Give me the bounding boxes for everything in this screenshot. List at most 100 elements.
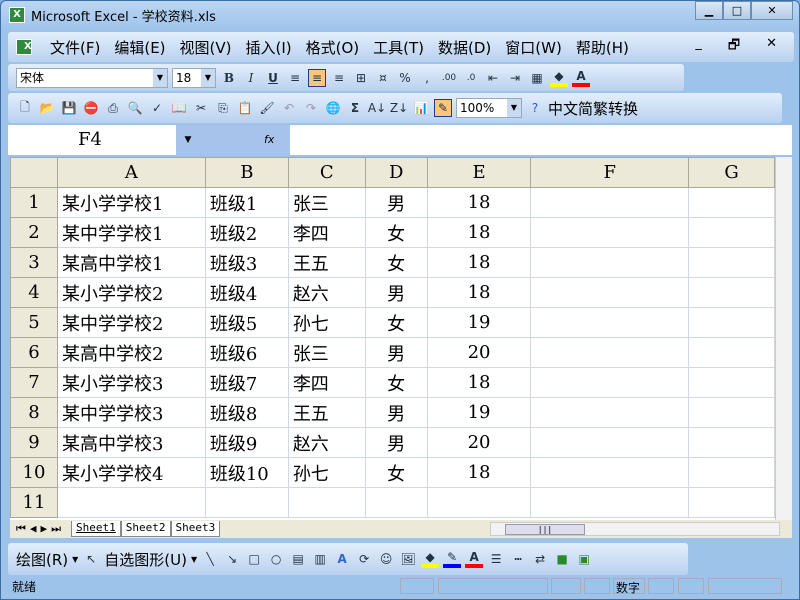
scroll-thumb[interactable]: ||| xyxy=(505,524,585,535)
open-icon[interactable]: 📂 xyxy=(38,99,56,117)
font-select[interactable]: 宋体 ▼ xyxy=(16,67,168,88)
italic-button[interactable]: I xyxy=(242,69,260,87)
vertical-scrollbar[interactable] xyxy=(775,157,792,520)
comma-button[interactable]: , xyxy=(418,69,436,87)
cell[interactable] xyxy=(287,487,366,518)
arrow-style-icon[interactable]: ⇄ xyxy=(531,550,549,568)
cell[interactable]: 张三 xyxy=(287,337,366,368)
help-icon[interactable]: ? xyxy=(526,99,544,117)
cell[interactable]: 班级2 xyxy=(204,217,289,248)
row-header[interactable]: 9 xyxy=(10,427,58,458)
minimize-button[interactable]: ▁ xyxy=(695,1,723,20)
print-icon[interactable]: ⎙ xyxy=(104,99,122,117)
row-header[interactable]: 10 xyxy=(10,457,58,488)
cell[interactable] xyxy=(530,397,690,428)
doc-minimize-button[interactable]: _ xyxy=(688,36,709,58)
shadow-icon[interactable]: ■ xyxy=(553,550,571,568)
cell[interactable] xyxy=(688,217,775,248)
cell[interactable] xyxy=(688,277,775,308)
doc-close-button[interactable]: ✕ xyxy=(759,36,784,58)
menu-item[interactable]: 编辑(E) xyxy=(107,37,172,58)
currency-icon[interactable]: ¤ xyxy=(374,69,392,87)
cell[interactable]: 某小学学校4 xyxy=(56,457,206,488)
cell[interactable]: 班级8 xyxy=(204,397,289,428)
cell[interactable] xyxy=(688,337,775,368)
research-icon[interactable]: 📖 xyxy=(170,99,188,117)
borders-icon[interactable]: ▦ xyxy=(528,69,546,87)
cell[interactable] xyxy=(530,337,690,368)
row-header[interactable]: 5 xyxy=(10,307,58,338)
cell[interactable] xyxy=(364,487,428,518)
cell[interactable]: 男 xyxy=(364,397,428,428)
cell[interactable]: 班级5 xyxy=(204,307,289,338)
font-color-icon[interactable]: A xyxy=(465,550,484,568)
select-objects-icon[interactable]: ↖ xyxy=(82,550,100,568)
fill-color-icon[interactable]: ◆ xyxy=(421,550,440,568)
rectangle-icon[interactable]: □ xyxy=(245,550,263,568)
row-header[interactable]: 2 xyxy=(10,217,58,248)
cell[interactable] xyxy=(56,487,206,518)
maximize-button[interactable]: □ xyxy=(723,1,751,20)
cell[interactable]: 班级6 xyxy=(204,337,289,368)
menu-item[interactable]: 格式(O) xyxy=(299,37,367,58)
save-icon[interactable]: 💾 xyxy=(60,99,78,117)
cell[interactable]: 18 xyxy=(426,277,532,308)
decrease-decimal-icon[interactable]: .0 xyxy=(462,69,480,87)
3d-icon[interactable]: ▣ xyxy=(575,550,593,568)
cell[interactable] xyxy=(204,487,289,518)
textbox-icon[interactable]: ▤ xyxy=(289,550,307,568)
cell[interactable]: 某高中学校3 xyxy=(56,427,206,458)
wordart-icon[interactable]: A xyxy=(333,550,351,568)
column-header[interactable]: D xyxy=(364,157,428,188)
cell[interactable] xyxy=(688,487,775,518)
cell[interactable]: 孙七 xyxy=(287,307,366,338)
cell[interactable]: 19 xyxy=(426,397,532,428)
cell[interactable] xyxy=(530,367,690,398)
cell[interactable]: 班级3 xyxy=(204,247,289,278)
column-header[interactable]: G xyxy=(688,157,775,188)
name-box-dropdown[interactable]: ▼ xyxy=(176,125,200,155)
menu-item[interactable]: 帮助(H) xyxy=(569,37,636,58)
cell[interactable]: 班级1 xyxy=(204,187,289,218)
align-left-icon[interactable]: ≡ xyxy=(286,69,304,87)
cell[interactable] xyxy=(530,457,690,488)
menu-item[interactable]: 工具(T) xyxy=(366,37,431,58)
cell[interactable] xyxy=(688,187,775,218)
merge-center-icon[interactable]: ⊞ xyxy=(352,69,370,87)
vertical-textbox-icon[interactable]: ▥ xyxy=(311,550,329,568)
cell[interactable] xyxy=(688,307,775,338)
align-center-icon[interactable]: ≡ xyxy=(308,68,326,87)
paste-icon[interactable]: 📋 xyxy=(236,99,254,117)
column-header[interactable]: E xyxy=(426,157,532,188)
cell[interactable]: 李四 xyxy=(287,367,366,398)
worksheet-grid[interactable]: ABCDEFG 1 某小学学校1 班级1 张三男 18 2 某中学学校1 班级2 李四女 18 3 某… xyxy=(10,157,775,520)
row-header[interactable]: 11 xyxy=(10,487,58,518)
cell[interactable] xyxy=(530,247,690,278)
cell[interactable]: 18 xyxy=(426,187,532,218)
cell[interactable]: 赵六 xyxy=(287,277,366,308)
column-header[interactable]: C xyxy=(287,157,366,188)
dash-style-icon[interactable]: ┅ xyxy=(509,550,527,568)
cell[interactable] xyxy=(688,247,775,278)
draw-menu-button[interactable]: 绘图(R) xyxy=(16,549,68,570)
autoshapes-button[interactable]: 自选图形(U) xyxy=(104,549,187,570)
cell[interactable]: 女 xyxy=(364,367,428,398)
line-style-icon[interactable]: ☰ xyxy=(487,550,505,568)
cell[interactable]: 某中学学校3 xyxy=(56,397,206,428)
row-header[interactable]: 8 xyxy=(10,397,58,428)
cell[interactable]: 李四 xyxy=(287,217,366,248)
permission-icon[interactable]: ⛔ xyxy=(82,99,100,117)
cell[interactable]: 某中学学校1 xyxy=(56,217,206,248)
cell[interactable]: 18 xyxy=(426,457,532,488)
cell[interactable]: 女 xyxy=(364,217,428,248)
tab-sheet[interactable]: Sheet2 xyxy=(120,521,171,537)
cell[interactable]: 18 xyxy=(426,217,532,248)
menu-item[interactable]: 文件(F) xyxy=(43,37,107,58)
cell[interactable]: 班级10 xyxy=(204,457,289,488)
cut-icon[interactable]: ✂ xyxy=(192,99,210,117)
cell[interactable]: 王五 xyxy=(287,247,366,278)
sort-descending-icon[interactable]: Z↓ xyxy=(390,99,408,117)
cell[interactable]: 孙七 xyxy=(287,457,366,488)
formula-input[interactable] xyxy=(290,125,792,155)
cell[interactable]: 某中学学校2 xyxy=(56,307,206,338)
